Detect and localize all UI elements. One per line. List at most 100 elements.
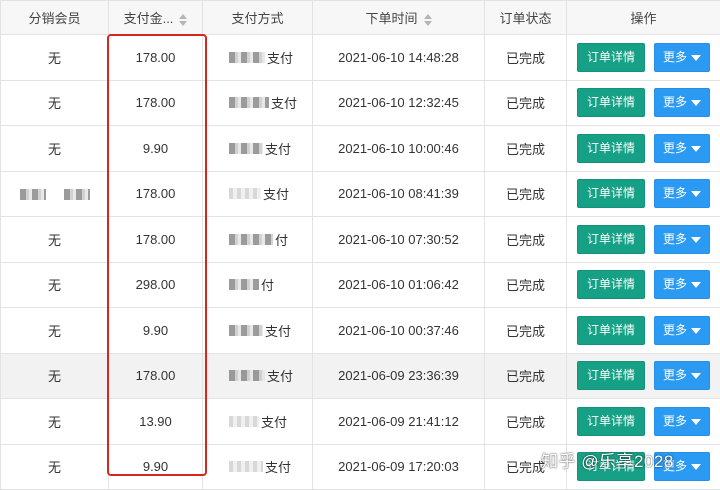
watermark: 知乎 @乐享2028	[541, 447, 674, 472]
order-time-value: 2021-06-09 17:20:03	[338, 459, 459, 474]
amount-cell: 178.00	[109, 35, 203, 81]
order-time-value: 2021-06-10 07:30:52	[338, 232, 459, 247]
member-cell: 无	[1, 353, 109, 399]
amount-value: 298.00	[136, 277, 176, 292]
order-status-cell: 已完成	[485, 80, 567, 126]
payment-method-cell: 支付	[203, 80, 313, 126]
member-cell: 无	[1, 80, 109, 126]
payment-method-value: 支付	[267, 51, 293, 66]
amount-cell: 178.00	[109, 217, 203, 263]
column-header-amount-label: 支付金...	[124, 11, 174, 26]
more-dropdown-button[interactable]: 更多	[654, 179, 710, 208]
actions-cell: 订单详情 更多	[567, 171, 720, 217]
member-value: 无	[48, 51, 61, 66]
order-detail-button[interactable]: 订单详情	[577, 361, 645, 390]
amount-value: 178.00	[136, 95, 176, 110]
sort-icon[interactable]	[179, 14, 187, 26]
payment-method-value: 支付	[263, 187, 289, 202]
amount-cell: 9.90	[109, 308, 203, 354]
order-time-cell: 2021-06-10 10:00:46	[313, 126, 485, 172]
more-dropdown-button-label: 更多	[663, 323, 687, 337]
column-header-time[interactable]: 下单时间	[313, 1, 485, 35]
caret-down-icon	[691, 282, 701, 288]
order-detail-button[interactable]: 订单详情	[577, 270, 645, 299]
amount-cell: 9.90	[109, 444, 203, 490]
column-header-actions-label: 操作	[630, 11, 656, 26]
more-dropdown-button[interactable]: 更多	[654, 225, 710, 254]
actions-cell: 订单详情更多	[567, 80, 720, 126]
amount-cell: 178.00	[109, 353, 203, 399]
redacted-payment-method	[229, 234, 273, 245]
actions-cell: 订单详情更多	[567, 262, 720, 308]
more-dropdown-button[interactable]: 更多	[654, 316, 710, 345]
column-header-status: 订单状态	[485, 1, 567, 35]
table-row: 无 9.90 支付 2021-06-10 00:37:46 已完成 订单详情更多	[1, 308, 720, 354]
payment-method-cell: 支付	[203, 171, 313, 217]
payment-method-value: 支付	[265, 324, 291, 339]
more-dropdown-button[interactable]: 更多	[654, 134, 710, 163]
caret-down-icon	[691, 237, 701, 243]
order-status-cell: 已完成	[485, 217, 567, 263]
table-row: 178.00 支付 2021-06-10 08:41:39 已完成 订单详情更多	[1, 171, 720, 217]
order-detail-button[interactable]: 订单详情	[577, 134, 645, 163]
payment-method-value: 付	[275, 233, 288, 248]
redacted-payment-method	[229, 416, 259, 427]
amount-cell: 298.00	[109, 262, 203, 308]
order-status-cell: 已完成	[485, 126, 567, 172]
column-header-method: 支付方式	[203, 1, 313, 35]
member-value: 无	[48, 233, 61, 248]
more-dropdown-button[interactable]: 更多	[654, 270, 710, 299]
amount-cell: 9.90	[109, 126, 203, 172]
order-status-cell: 已完成	[485, 35, 567, 81]
order-time-value: 2021-06-10 00:37:46	[338, 323, 459, 338]
payment-method-cell: 支付	[203, 353, 313, 399]
table-header: 分销会员 支付金... 支付方式 下单时间 订单状态 操作	[1, 1, 720, 35]
table-row: 无 178.00 支付 2021-06-09 23:36:39 已完成 订单详情…	[1, 353, 720, 399]
amount-value: 13.90	[139, 414, 172, 429]
amount-value: 9.90	[143, 323, 168, 338]
order-time-cell: 2021-06-10 12:32:45	[313, 80, 485, 126]
order-detail-button[interactable]: 订单详情	[577, 43, 645, 72]
order-time-cell: 2021-06-10 07:30:52	[313, 217, 485, 263]
member-cell: 无	[1, 126, 109, 172]
more-dropdown-button-label: 更多	[663, 232, 687, 246]
redacted-payment-method	[229, 279, 259, 290]
order-detail-button[interactable]: 订单详情	[577, 179, 645, 208]
more-dropdown-button[interactable]: 更多	[654, 43, 710, 72]
order-status-value: 已完成	[506, 142, 545, 157]
payment-method-cell: 支付	[203, 126, 313, 172]
more-dropdown-button[interactable]: 更多	[654, 88, 710, 117]
order-time-value: 2021-06-10 08:41:39	[338, 186, 459, 201]
payment-method-cell: 付	[203, 262, 313, 308]
order-status-value: 已完成	[506, 233, 545, 248]
more-dropdown-button[interactable]: 更多	[654, 407, 710, 436]
actions-cell: 订单详情 更多	[567, 217, 720, 263]
caret-down-icon	[691, 146, 701, 152]
order-detail-button-label: 订单详情	[587, 414, 635, 428]
order-detail-button-label: 订单详情	[587, 368, 635, 382]
column-header-amount[interactable]: 支付金...	[109, 1, 203, 35]
order-detail-button[interactable]: 订单详情	[577, 407, 645, 436]
order-detail-button[interactable]: 订单详情	[577, 225, 645, 254]
amount-value: 178.00	[136, 232, 176, 247]
redacted-payment-method	[229, 143, 263, 154]
sort-icon[interactable]	[424, 14, 432, 26]
order-detail-button-label: 订单详情	[587, 50, 635, 64]
order-time-cell: 2021-06-10 14:48:28	[313, 35, 485, 81]
caret-down-icon	[691, 373, 701, 379]
amount-cell: 178.00	[109, 171, 203, 217]
order-status-value: 已完成	[506, 278, 545, 293]
amount-cell: 13.90	[109, 399, 203, 445]
table-body: 无 178.00 支付 2021-06-10 14:48:28 已完成 订单详情…	[1, 35, 720, 490]
payment-method-cell: 支付	[203, 444, 313, 490]
order-time-value: 2021-06-10 14:48:28	[338, 50, 459, 65]
order-detail-button-label: 订单详情	[587, 186, 635, 200]
order-time-cell: 2021-06-09 17:20:03	[313, 444, 485, 490]
order-detail-button[interactable]: 订单详情	[577, 88, 645, 117]
more-dropdown-button[interactable]: 更多	[654, 361, 710, 390]
order-time-value: 2021-06-10 10:00:46	[338, 141, 459, 156]
order-detail-button-label: 订单详情	[587, 323, 635, 337]
order-status-value: 已完成	[506, 96, 545, 111]
caret-down-icon	[691, 328, 701, 334]
order-detail-button[interactable]: 订单详情	[577, 316, 645, 345]
